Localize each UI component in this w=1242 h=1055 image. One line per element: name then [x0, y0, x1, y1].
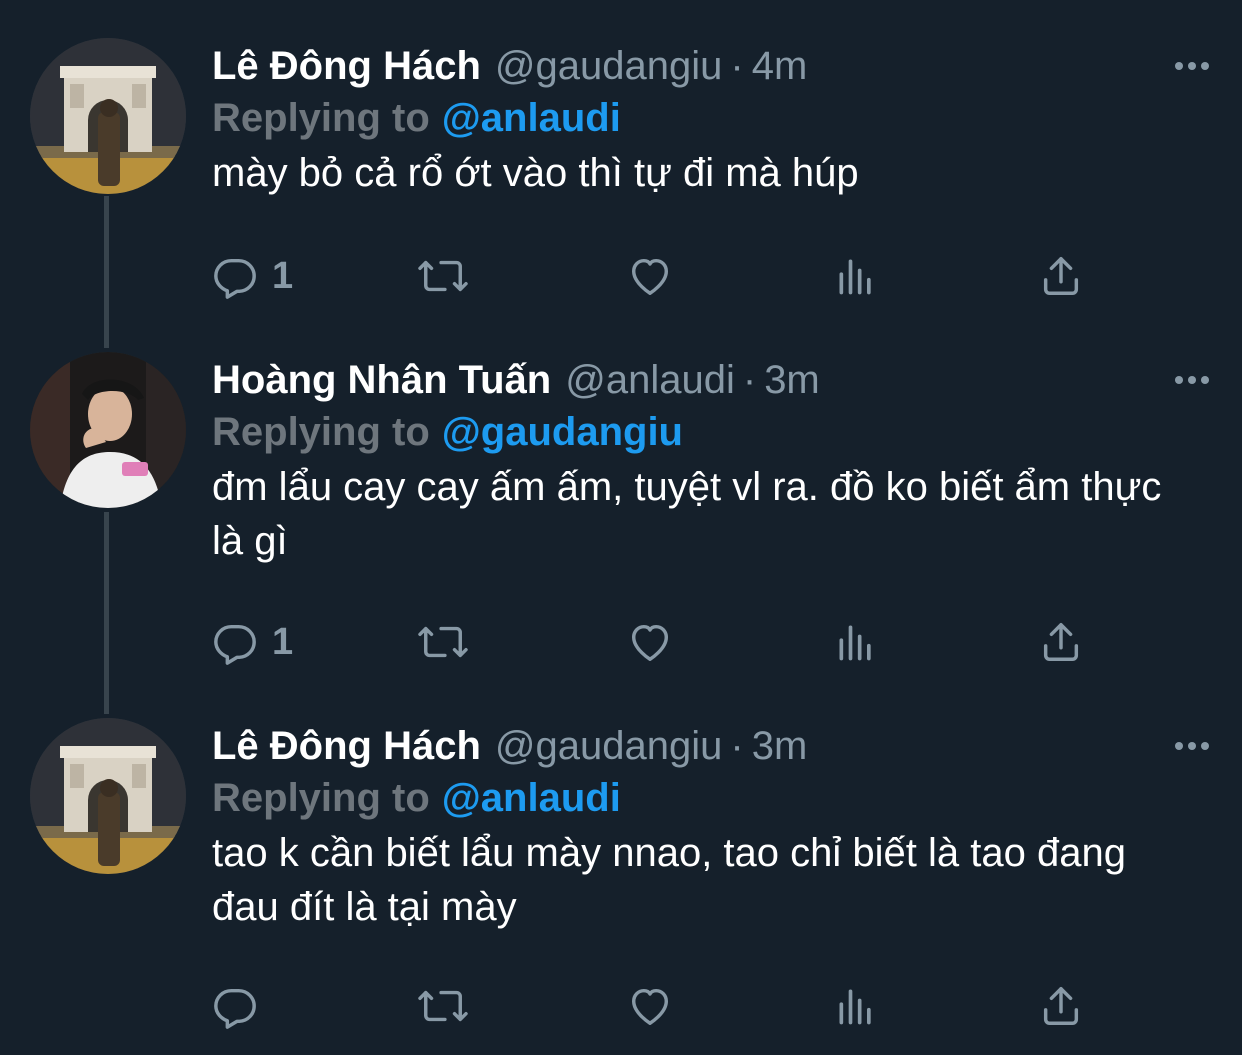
analytics-button[interactable]	[834, 976, 878, 1036]
author-handle[interactable]: @gaudangiu	[495, 718, 722, 774]
tweet-text: đm lẩu cay cay ấm ấm, tuyệt vl ra. đồ ko…	[212, 465, 1162, 563]
heart-icon	[631, 988, 669, 1025]
reply-button[interactable]: 1	[212, 612, 293, 672]
analytics-button[interactable]	[834, 612, 878, 672]
share-icon	[1043, 257, 1079, 295]
author-name[interactable]: Lê Đông Hách	[212, 38, 481, 94]
replying-to-label: Replying to	[212, 410, 430, 454]
share-button[interactable]	[1038, 612, 1084, 672]
share-button[interactable]	[1038, 976, 1084, 1036]
replying-to: Replying to @anlaudi	[212, 770, 621, 826]
author-handle[interactable]: @gaudangiu	[495, 38, 722, 94]
like-button[interactable]	[626, 246, 674, 306]
retweet-button[interactable]	[416, 976, 470, 1036]
reply-button[interactable]	[212, 976, 272, 1036]
timestamp[interactable]: 3m	[752, 718, 808, 774]
tweet[interactable]: Hoàng Nhân Tuấn @anlaudi · 3m Replying t…	[0, 352, 1242, 692]
timestamp[interactable]: 4m	[752, 38, 808, 94]
tweet[interactable]: Lê Đông Hách @gaudangiu · 3m Replying to…	[0, 718, 1242, 1048]
retweet-icon	[418, 990, 468, 1022]
separator-dot: ·	[742, 358, 757, 402]
more-icon[interactable]	[1170, 352, 1214, 408]
share-button[interactable]	[1038, 246, 1084, 306]
action-bar: 1	[212, 246, 1112, 306]
heart-icon	[631, 624, 669, 661]
reply-icon	[214, 258, 256, 299]
retweet-button[interactable]	[416, 246, 470, 306]
analytics-icon	[839, 989, 871, 1025]
replying-to: Replying to @gaudangiu	[212, 404, 683, 460]
timestamp[interactable]: 3m	[764, 352, 820, 408]
reply-button[interactable]: 1	[212, 246, 293, 306]
avatar[interactable]	[30, 718, 186, 874]
analytics-icon	[839, 259, 871, 295]
reply-count: 1	[272, 254, 294, 297]
tweet-text: mày bỏ cả rổ ớt vào thì tự đi mà húp	[212, 151, 859, 195]
analytics-button[interactable]	[834, 246, 878, 306]
replying-to-label: Replying to	[212, 776, 430, 820]
author-name[interactable]: Hoàng Nhân Tuấn	[212, 352, 551, 408]
tweet-text: tao k cần biết lẩu mày nnao, tao chỉ biế…	[212, 831, 1126, 929]
separator-dot: ·	[730, 44, 744, 88]
action-bar	[212, 976, 1112, 1036]
avatar[interactable]	[30, 352, 186, 508]
analytics-icon	[839, 625, 871, 661]
replying-to: Replying to @anlaudi	[212, 90, 621, 146]
author-name[interactable]: Lê Đông Hách	[212, 718, 481, 774]
share-icon	[1043, 623, 1079, 661]
tweet[interactable]: Lê Đông Hách @gaudangiu · 4m Replying to…	[0, 38, 1242, 328]
replying-to-handle[interactable]: @anlaudi	[442, 96, 621, 140]
more-icon[interactable]	[1170, 38, 1214, 94]
action-bar: 1	[212, 612, 1112, 672]
avatar[interactable]	[30, 38, 186, 194]
heart-icon	[631, 258, 669, 295]
separator-dot: ·	[730, 724, 744, 768]
retweet-button[interactable]	[416, 612, 470, 672]
replying-to-handle[interactable]: @anlaudi	[442, 776, 621, 820]
retweet-icon	[418, 626, 468, 658]
replying-to-label: Replying to	[212, 96, 430, 140]
author-handle[interactable]: @anlaudi	[565, 352, 735, 408]
like-button[interactable]	[626, 976, 674, 1036]
more-icon[interactable]	[1170, 718, 1214, 774]
retweet-icon	[418, 260, 468, 292]
reply-count: 1	[272, 620, 294, 663]
like-button[interactable]	[626, 612, 674, 672]
share-icon	[1043, 987, 1079, 1025]
reply-icon	[214, 624, 256, 665]
reply-icon	[214, 988, 256, 1029]
replying-to-handle[interactable]: @gaudangiu	[442, 410, 683, 454]
